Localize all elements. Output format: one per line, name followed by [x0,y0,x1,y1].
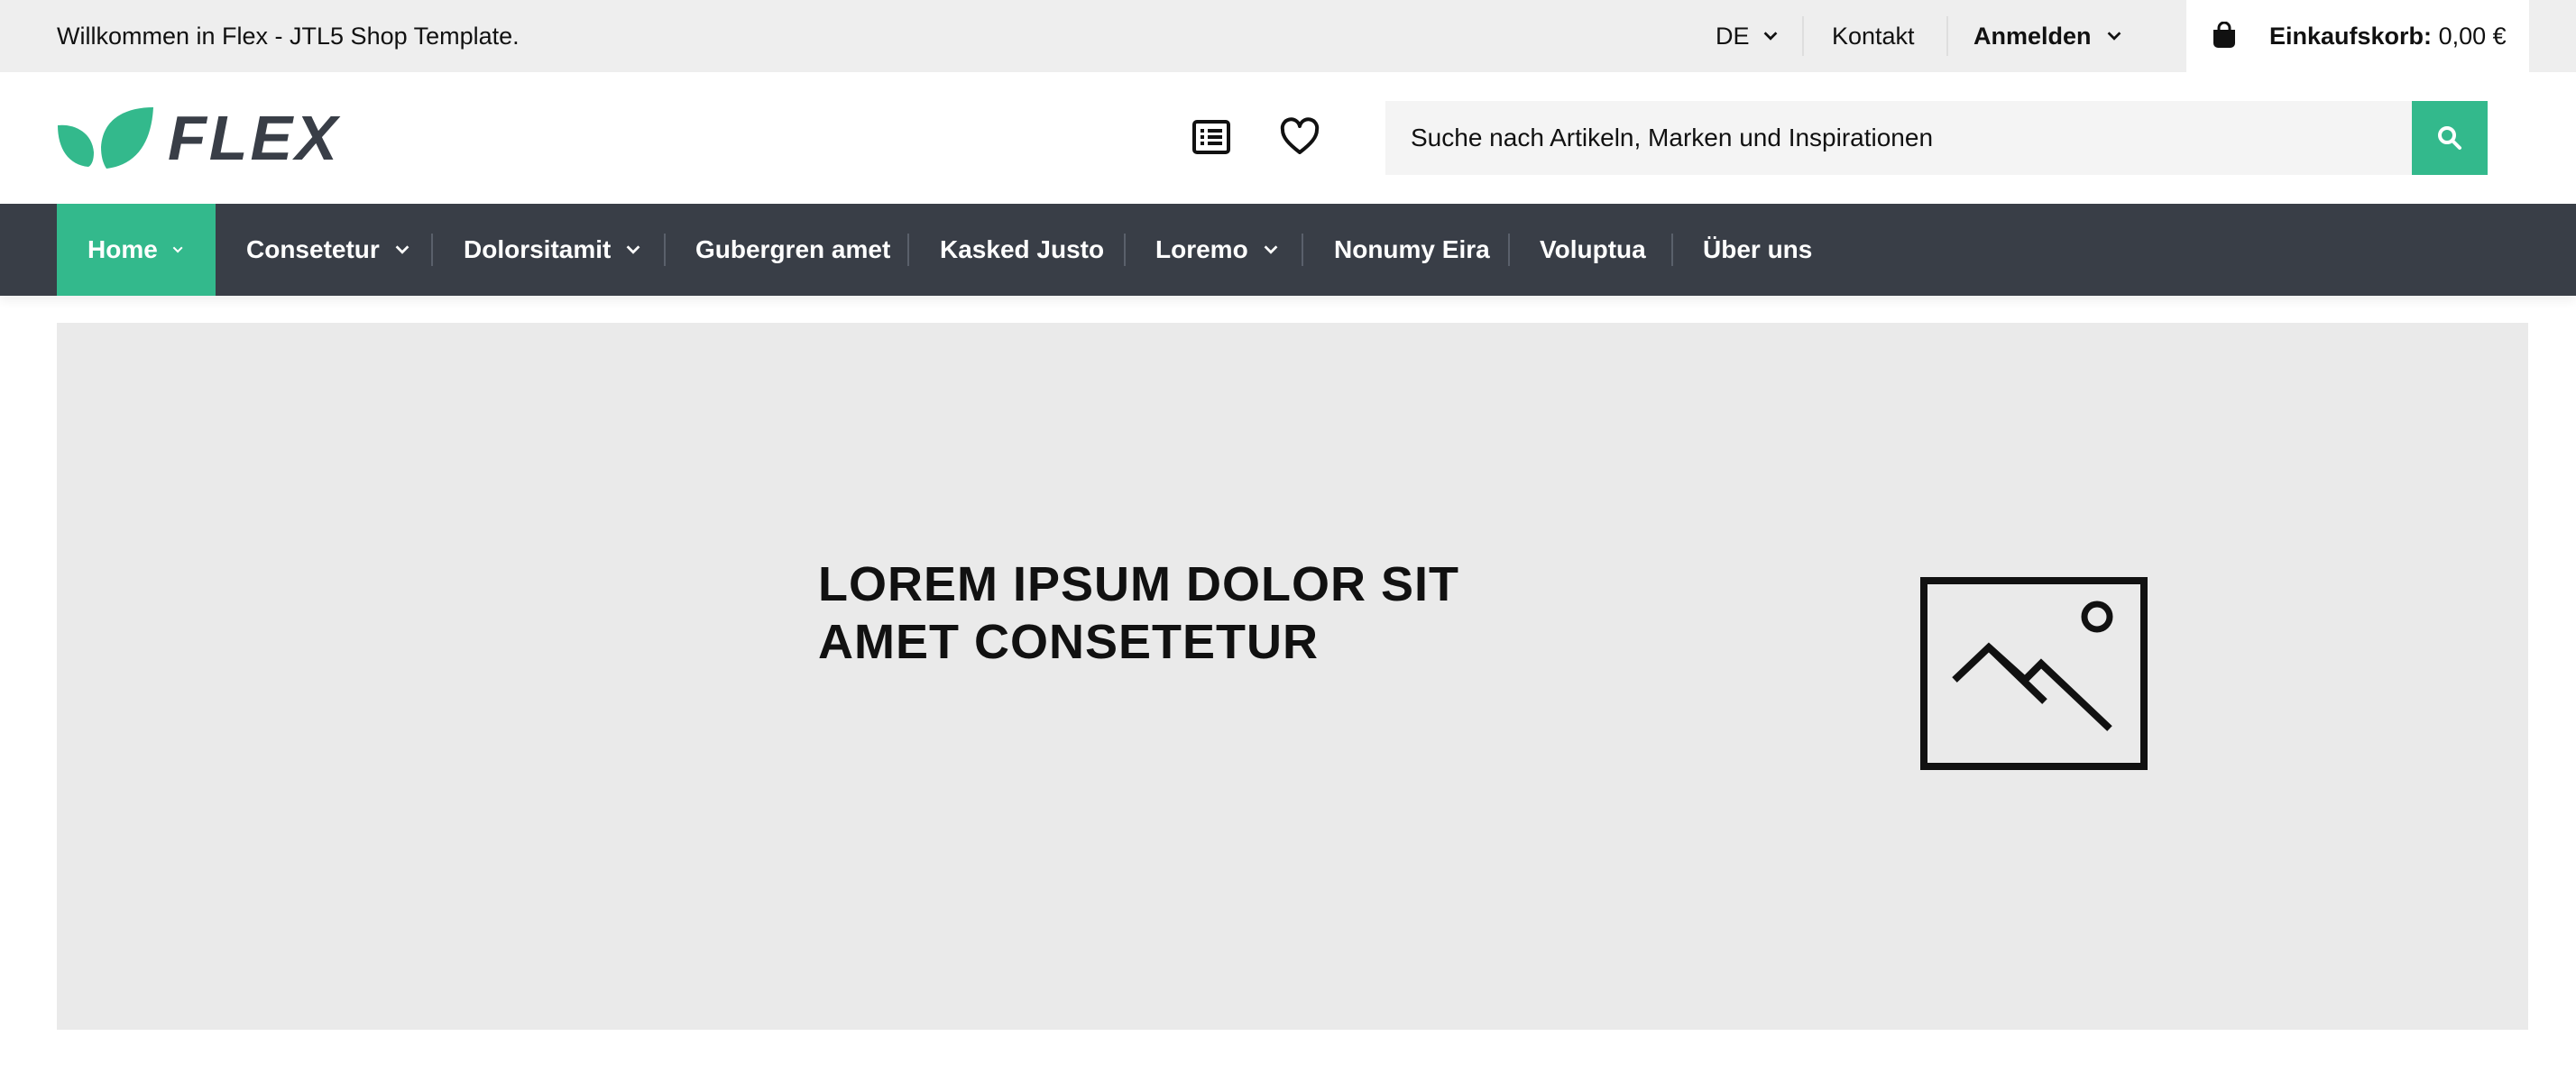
main-navigation: Home Consetetur Dolorsitamit Gubergren a… [0,204,2576,296]
chevron-down-icon [172,246,183,253]
login-label: Anmelden [1973,23,2092,50]
nav-item-nonumy-eira[interactable]: Nonumy Eira [1334,204,1490,296]
nav-item-consetetur[interactable]: Consetetur [246,204,412,296]
nav-divider [1508,234,1510,266]
leaf-logo-icon [58,107,153,169]
nav-item-label: Loremo [1155,235,1248,263]
hero-banner[interactable]: LOREM IPSUM DOLOR SIT AMET CONSETETUR [57,323,2528,1030]
banner-headline: LOREM IPSUM DOLOR SIT AMET CONSETETUR [818,555,1459,671]
topbar-divider [1946,16,1948,56]
nav-item-label: Voluptua [1540,235,1646,263]
nav-item-home[interactable]: Home [57,204,216,296]
image-placeholder-icon [1920,577,2148,770]
nav-divider [1671,234,1673,266]
nav-divider [664,234,666,266]
banner-headline-line-2: AMET CONSETETUR [818,615,1319,669]
chevron-down-icon [1264,245,1278,254]
cart-button[interactable]: Einkaufskorb: 0,00 € [2186,0,2529,72]
chevron-down-icon [395,245,409,254]
cart-summary: Einkaufskorb: 0,00 € [2269,0,2507,72]
language-label: DE [1716,23,1750,50]
nav-item-voluptua[interactable]: Voluptua [1540,204,1646,296]
nav-item-label: Consetetur [246,235,380,263]
heart-icon[interactable] [1279,116,1320,158]
nav-divider [1302,234,1303,266]
search-input[interactable] [1385,101,2488,175]
contact-link[interactable]: Kontakt [1832,0,1915,72]
nav-item-label: Kasked Justo [940,235,1105,263]
welcome-message: Willkommen in Flex - JTL5 Shop Template. [57,23,520,50]
nav-divider [907,234,909,266]
nav-item-label: Home [87,235,158,263]
language-selector[interactable]: DE [1716,0,1780,72]
nav-item-label: Dolorsitamit [464,235,612,263]
brand-name: FLEX [168,103,340,173]
nav-item-kasked-justo[interactable]: Kasked Justo [940,204,1104,296]
nav-item-label: Gubergren amet [695,235,891,263]
nav-item-ueber-uns[interactable]: Über uns [1703,204,1812,296]
chevron-down-icon [626,245,640,254]
nav-divider [1124,234,1126,266]
search-button[interactable] [2412,101,2488,175]
nav-item-label: Nonumy Eira [1334,235,1490,263]
top-bar: Willkommen in Flex - JTL5 Shop Template.… [0,0,2576,72]
logo[interactable]: FLEX [56,105,340,170]
nav-divider [431,234,433,266]
chevron-down-icon [1763,32,1777,41]
login-menu[interactable]: Anmelden [1973,0,2124,72]
cart-value: 0,00 € [2438,23,2507,50]
nav-item-gubergren-amet[interactable]: Gubergren amet [695,204,890,296]
nav-item-dolorsitamit[interactable]: Dolorsitamit [464,204,643,296]
list-icon[interactable] [1191,116,1232,158]
shopping-bag-icon [2213,22,2235,48]
topbar-divider [1802,16,1804,56]
nav-item-loremo[interactable]: Loremo [1155,204,1281,296]
site-header: FLEX [0,72,2576,204]
search-icon [2438,126,2461,150]
chevron-down-icon [2107,32,2121,41]
banner-headline-line-1: LOREM IPSUM DOLOR SIT [818,557,1460,611]
nav-item-label: Über uns [1703,235,1813,263]
cart-label: Einkaufskorb: [2269,23,2433,50]
